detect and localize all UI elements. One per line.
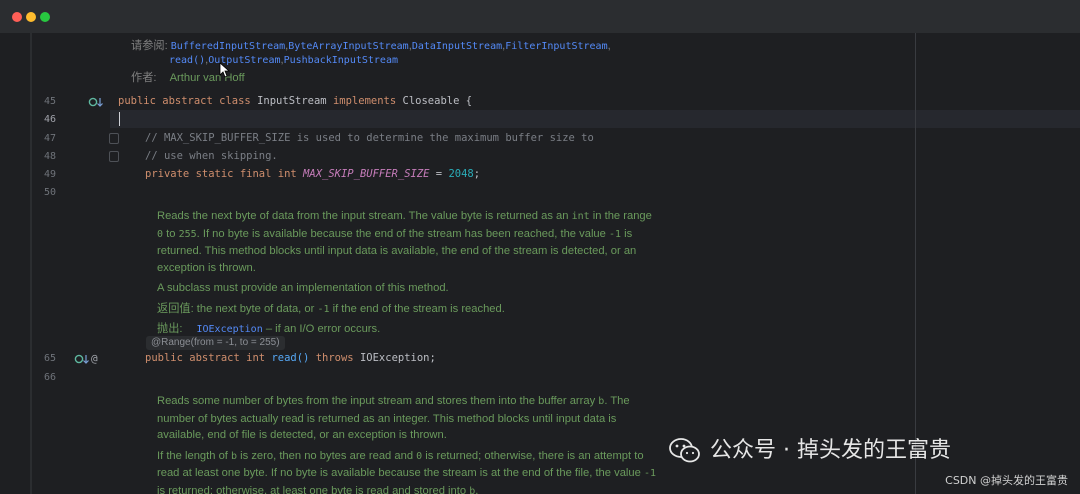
line-number: 50 <box>43 187 56 198</box>
author-value: Arthur van Hoff <box>169 72 245 84</box>
maximize-window-button[interactable] <box>40 12 50 22</box>
fold-icon[interactable] <box>109 151 119 162</box>
see-label: 请参阅: <box>131 40 168 52</box>
watermark-text: 公众号 · 掉头发的王富贵 <box>710 438 951 463</box>
annotation-icon[interactable]: @ <box>90 352 102 364</box>
see-link[interactable]: FilterInputStream <box>505 41 607 52</box>
right-margin-guide <box>915 33 916 494</box>
current-line-highlight <box>110 110 1080 128</box>
credit-text: CSDN @掉头发的王富贵 <box>945 474 1068 487</box>
line-number: 45 <box>43 96 56 107</box>
title-bar <box>0 0 1080 33</box>
javadoc-see-also-line2: read(),OutputStream,PushbackInputStream <box>169 54 398 66</box>
code-line-47[interactable]: // MAX_SKIP_BUFFER_SIZE is used to deter… <box>145 132 594 144</box>
javadoc-read-bytes: Reads some number of bytes from the inpu… <box>157 395 657 494</box>
close-window-button[interactable] <box>12 12 22 22</box>
ide-window: 请参阅: BufferedInputStream,ByteArrayInputS… <box>0 0 1080 494</box>
wechat-icon <box>669 438 700 463</box>
code-line-49[interactable]: private static final int MAX_SKIP_BUFFER… <box>145 168 480 180</box>
range-annotation-hint: @Range(from = -1, to = 255) <box>146 336 285 350</box>
line-number: 46 <box>43 114 56 125</box>
javadoc-read: Reads the next byte of data from the inp… <box>157 210 652 335</box>
code-line-45[interactable]: public abstract class InputStream implem… <box>118 95 472 107</box>
text-caret <box>119 112 120 126</box>
line-number: 47 <box>43 133 56 144</box>
code-line-65[interactable]: public abstract int read() throws IOExce… <box>145 352 436 364</box>
line-number: 49 <box>43 169 56 180</box>
override-marker-icon[interactable] <box>74 353 90 365</box>
see-link[interactable]: DataInputStream <box>412 41 502 52</box>
line-number: 65 <box>43 353 56 364</box>
mouse-cursor-icon <box>219 62 231 78</box>
line-number: 48 <box>43 151 56 162</box>
implemented-marker-icon[interactable] <box>88 96 104 108</box>
see-link[interactable]: read() <box>169 55 205 66</box>
see-link[interactable]: BufferedInputStream <box>171 41 285 52</box>
minimize-window-button[interactable] <box>26 12 36 22</box>
fold-icon[interactable] <box>109 133 119 144</box>
author-label: 作者: <box>131 72 157 84</box>
line-number: 66 <box>43 372 56 383</box>
svg-text:@: @ <box>91 352 98 364</box>
ioexception-link[interactable]: IOException <box>196 324 262 335</box>
code-line-48[interactable]: // use when skipping. <box>145 150 278 162</box>
see-link[interactable]: PushbackInputStream <box>284 55 398 66</box>
see-link[interactable]: ByteArrayInputStream <box>288 41 408 52</box>
